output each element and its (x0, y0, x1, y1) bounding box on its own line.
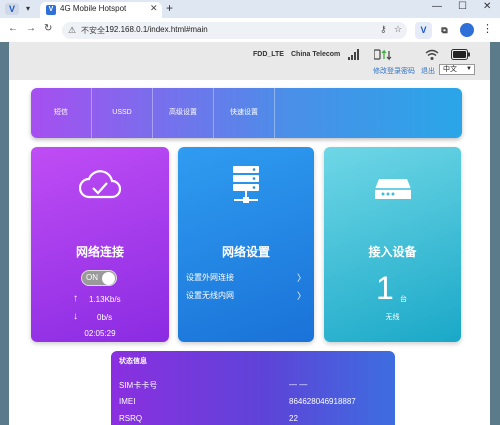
page-header: FDD_LTE China Telecom 修改登录密码 退出 中文 ▼ (9, 42, 490, 80)
tab-list-chevron-icon[interactable]: ▾ (22, 2, 34, 16)
menu-item-advanced-settings[interactable]: 高级设置 (153, 88, 214, 138)
tab-title: 4G Mobile Hotspot (60, 4, 127, 13)
network-settings-title: 网络设置 (221, 245, 270, 259)
wlan-settings-label: 设置无线内网 (186, 291, 234, 300)
wan-settings-label: 设置外网连接 (186, 273, 234, 282)
connection-toggle[interactable]: ON (81, 270, 117, 286)
cloud-check-icon (79, 170, 121, 199)
app-logo-icon[interactable]: V (5, 3, 19, 15)
more-menu-icon[interactable]: ⋮ (482, 22, 493, 35)
connection-uptime: 02:05:29 (84, 329, 116, 338)
signal-strength-icon (348, 49, 359, 60)
status-value: — — (289, 380, 308, 389)
chevron-right-icon: 〉 (296, 273, 306, 283)
download-rate: 0b/s (97, 313, 113, 322)
key-icon[interactable]: ⚷ (380, 24, 387, 35)
connected-devices-card[interactable]: 接入设备 1 台 无线 (324, 147, 461, 342)
menu-item-ussd[interactable]: USSD (92, 88, 153, 138)
sim-data-icon (374, 49, 392, 61)
new-tab-icon[interactable]: + (166, 1, 173, 15)
network-connection-title: 网络连接 (75, 245, 124, 259)
device-unit: 台 (400, 296, 407, 303)
status-label: RSRQ (119, 414, 143, 423)
network-type: FDD_LTE (253, 51, 284, 58)
status-info-title: 状态信息 (119, 358, 147, 365)
menu-item-sms[interactable]: 短信 (31, 88, 92, 138)
function-menu: 短信 USSD 高级设置 快速设置 (31, 88, 462, 138)
logout-link[interactable]: 退出 (421, 66, 435, 76)
status-label: SIM卡卡号 (119, 381, 158, 390)
connected-devices-title: 接入设备 (368, 245, 417, 259)
chevron-down-icon: ▼ (466, 66, 472, 72)
warning-icon[interactable]: ⚠ (68, 25, 76, 36)
browser-chrome: V ▾ V 4G Mobile Hotspot ✕ + — ☐ ✕ ← → ↻ … (0, 0, 500, 42)
device-count: 1 (376, 270, 394, 306)
language-value: 中文 (443, 66, 457, 73)
network-settings-card: 网络设置 设置外网连接 〉 设置无线内网 〉 (178, 147, 314, 342)
chevron-right-icon: 〉 (296, 291, 306, 301)
profile-avatar[interactable] (460, 23, 474, 37)
tab-bar: V ▾ V 4G Mobile Hotspot ✕ + — ☐ ✕ (0, 0, 500, 18)
forward-icon[interactable]: → (26, 23, 36, 34)
toggle-label: ON (86, 273, 98, 282)
operator-name: China Telecom (291, 51, 341, 58)
network-connection-card: 网络连接 ON ↑ 1.13Kb/s ↓ 0b/s 02:05:29 (31, 147, 169, 342)
wifi-icon (425, 49, 439, 60)
back-icon[interactable]: ← (8, 23, 18, 34)
status-row: IMEI 864628046918887 (119, 397, 387, 406)
address-bar[interactable]: ⚠ 不安全 192.168.0.1/index.html#main ⚷ ☆ (62, 22, 407, 39)
extension-v-icon[interactable]: V (415, 22, 432, 39)
router-icon (374, 179, 411, 199)
browser-tab[interactable]: V 4G Mobile Hotspot ✕ (40, 2, 162, 18)
language-select[interactable]: 中文 ▼ (439, 64, 475, 75)
maximize-icon[interactable]: ☐ (458, 1, 467, 12)
page: FDD_LTE China Telecom 修改登录密码 退出 中文 ▼ 短信 … (9, 42, 490, 425)
upload-rate: 1.13Kb/s (89, 295, 121, 304)
favicon-icon: V (46, 5, 56, 15)
reload-icon[interactable]: ↻ (44, 23, 52, 34)
upload-arrow-icon: ↑ (73, 293, 78, 304)
change-password-link[interactable]: 修改登录密码 (373, 66, 415, 76)
wan-settings-link[interactable]: 设置外网连接 〉 (186, 272, 306, 283)
device-connection-type: 无线 (385, 314, 400, 321)
bookmark-star-icon[interactable]: ☆ (394, 24, 402, 35)
minimize-icon[interactable]: — (432, 1, 442, 12)
window-close-icon[interactable]: ✕ (483, 1, 491, 12)
status-label: IMEI (119, 397, 136, 406)
download-arrow-icon: ↓ (73, 311, 78, 322)
status-row: SIM卡卡号 — — (119, 380, 387, 391)
wlan-settings-link[interactable]: 设置无线内网 〉 (186, 290, 306, 301)
tab-close-icon[interactable]: ✕ (150, 3, 158, 14)
status-value: 864628046918887 (289, 397, 356, 406)
insecure-label: 不安全 (81, 26, 105, 35)
battery-icon (451, 49, 470, 60)
extensions-puzzle-icon[interactable]: ⧉ (436, 22, 453, 39)
toggle-knob (102, 272, 115, 285)
status-row: RSRQ 22 (119, 414, 387, 423)
server-icon (233, 166, 259, 203)
status-value: 22 (289, 414, 298, 423)
url-text[interactable]: 192.168.0.1/index.html#main (105, 25, 208, 34)
status-info-panel: 状态信息 SIM卡卡号 — — IMEI 864628046918887 RSR… (111, 351, 395, 425)
menu-item-quick-settings[interactable]: 快速设置 (214, 88, 275, 138)
